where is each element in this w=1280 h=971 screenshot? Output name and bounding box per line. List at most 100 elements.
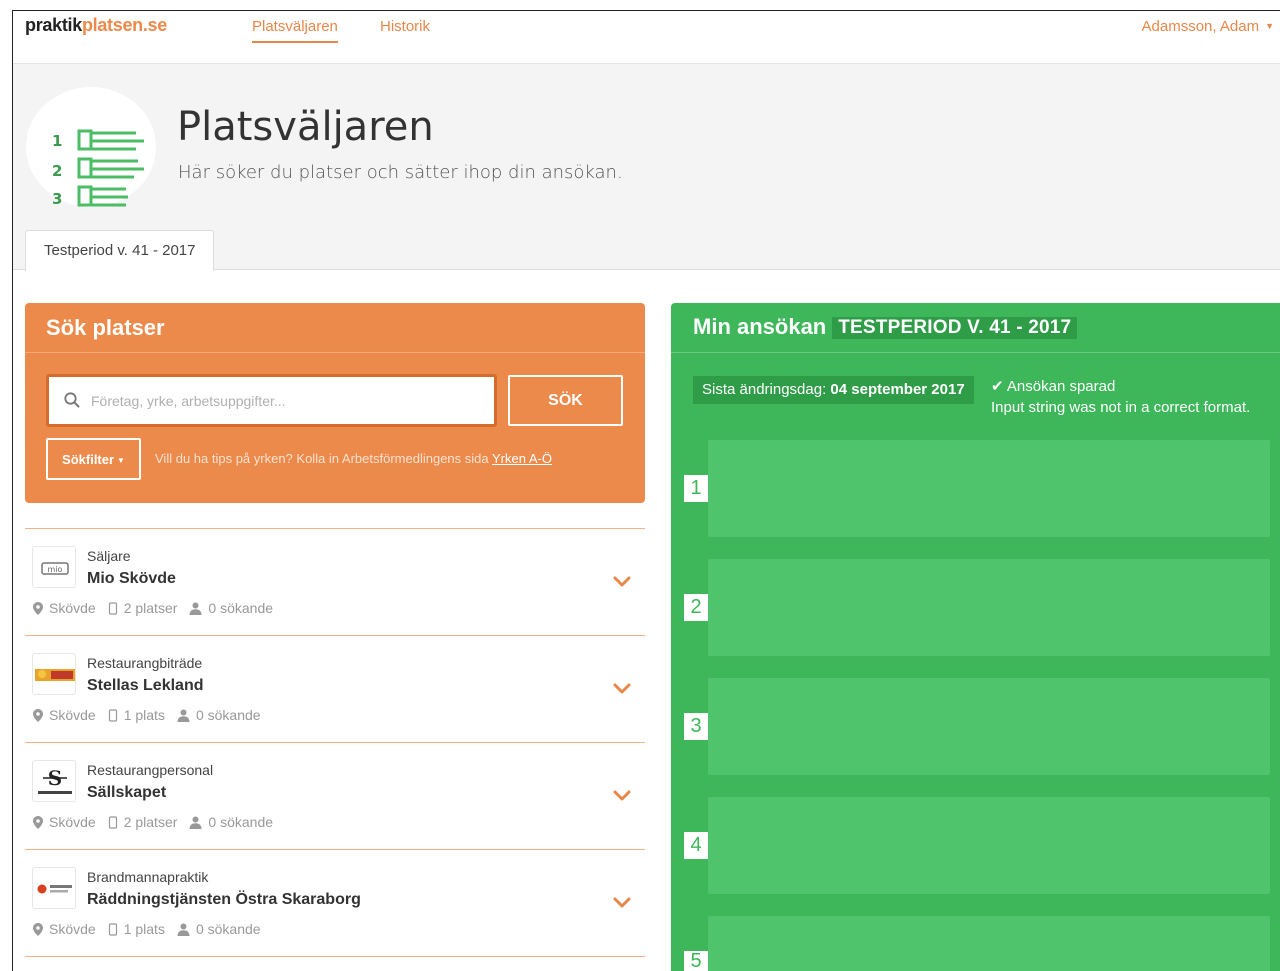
company-logo: S [32,760,76,802]
save-status-text: Ansökan sparad [1006,378,1116,395]
icon-number-2: 2 [52,162,62,180]
listing-city: Skövde [49,600,96,616]
listing-item[interactable]: S Restaurangpersonal Sällskapet Skövde 2… [25,742,645,849]
slot-number: 2 [684,594,708,621]
listing-item[interactable]: Restaurangbiträde Stellas Lekland Skövde… [25,635,645,742]
application-slot[interactable] [708,797,1270,894]
listing-role: Brandmannapraktik [87,869,209,885]
divider [671,352,1280,353]
divider [25,352,645,353]
brand-logo-part2: platsen.se [81,15,167,35]
user-icon [177,923,190,936]
listing-company: Sällskapet [87,784,167,801]
slot-number: 3 [684,713,708,740]
search-filter-button[interactable]: Sökfilter ▼ [46,438,141,480]
top-navigation: praktikplatsen.se Platsväljaren Historik… [13,11,1280,64]
company-logo: mio [32,546,76,588]
mobile-icon [108,601,117,615]
numbered-list-icon: 1 2 3 [26,87,156,208]
mobile-icon [108,922,117,936]
listing-item[interactable]: Brandmannapraktik Räddningstjänsten Östr… [25,849,645,956]
listing-applicants: 0 sökande [208,600,274,616]
slot-number: 5 [684,951,708,971]
listing-city: Skövde [49,814,96,830]
error-message: Input string was not in a correct format… [991,399,1251,416]
company-logo [32,867,76,909]
listing-meta: Skövde 2 platser 0 sökande [33,814,285,830]
page-title: Platsväljaren [177,104,434,150]
listing-company: Mio Skövde [87,570,176,587]
listing-places: 2 platser [123,814,178,830]
svg-text:mio: mio [48,565,63,574]
listing-item[interactable]: mio Säljare Mio Skövde Skövde 2 platser … [25,528,645,635]
chevron-down-icon[interactable] [613,576,631,588]
page-header: 1 2 3 Platsväljaren Här söker du platser… [13,64,1280,271]
deadline-label: Sista ändringsdag: [702,381,827,398]
listing-places: 1 plats [123,921,165,937]
search-button[interactable]: SÖK [508,375,623,426]
user-icon [177,709,190,722]
slot-number: 4 [684,832,708,859]
user-icon [189,602,202,615]
search-filter-label: Sökfilter [62,451,115,467]
search-input[interactable] [91,383,481,419]
listing-role: Restaurangbiträde [87,655,203,671]
application-slot[interactable] [708,916,1270,971]
application-title: Min ansökan TESTPERIOD V. 41 - 2017 [693,314,1078,340]
yrken-a-o-link[interactable]: Yrken A-Ö [492,451,552,466]
map-marker-icon [33,922,43,936]
check-icon: ✔ [991,378,1004,395]
page-subtitle: Här söker du platser och sätter ihop din… [178,162,623,183]
nav-historik-link[interactable]: Historik [380,18,430,41]
search-icon [64,392,80,408]
caret-down-icon: ▼ [117,455,125,465]
deadline-value: 04 september 2017 [830,381,965,398]
search-tip-text: Vill du ha tips på yrken? Kolla in Arbet… [155,451,492,466]
listing-places: 1 plats [123,707,165,723]
search-box [46,374,497,427]
application-panel: Min ansökan TESTPERIOD V. 41 - 2017 Sista… [671,303,1280,971]
chevron-down-icon[interactable] [613,790,631,802]
application-slot[interactable] [708,440,1270,537]
application-slot[interactable] [708,678,1270,775]
listing-role: Restaurangpersonal [87,762,214,778]
listing-item [25,956,645,968]
listing-company: Stellas Lekland [87,677,204,694]
company-logo [32,653,76,695]
user-icon [189,816,202,829]
brand-logo-part1: praktik [25,15,82,35]
listing-meta: Skövde 1 plats 0 sökande [33,921,273,937]
icon-number-3: 3 [52,190,62,207]
listing-list: mio Säljare Mio Skövde Skövde 2 platser … [25,528,645,968]
user-name: Adamsson, Adam [1141,18,1260,35]
listing-meta: Skövde 2 platser 0 sökande [33,600,285,616]
search-panel-title: Sök platser [46,315,165,340]
listing-applicants: 0 sökande [195,707,261,723]
listing-applicants: 0 sökande [195,921,261,937]
listing-applicants: 0 sökande [208,814,274,830]
map-marker-icon [33,708,43,722]
map-marker-icon [33,601,43,615]
save-status: ✔ Ansökan sparad [991,377,1115,395]
application-period-badge: TESTPERIOD V. 41 - 2017 [832,317,1078,339]
slot-number: 1 [684,475,708,502]
listing-role: Säljare [87,548,131,564]
deadline-badge: Sista ändringsdag: 04 september 2017 [693,376,974,404]
chevron-down-icon[interactable] [613,683,631,695]
mobile-icon [108,708,117,722]
chevron-down-icon[interactable] [613,897,631,909]
user-menu[interactable]: Adamsson, Adam ▼ [1142,18,1274,35]
caret-down-icon: ▼ [1265,21,1274,31]
listing-company: Räddningstjänsten Östra Skaraborg [87,891,361,908]
map-marker-icon [33,815,43,829]
nav-platsvaljaren-link[interactable]: Platsväljaren [252,18,338,43]
listing-city: Skövde [49,921,96,937]
brand-logo[interactable]: praktikplatsen.se [25,15,167,36]
application-slot[interactable] [708,559,1270,656]
icon-number-1: 1 [52,132,62,150]
search-panel: Sök platser SÖK Sökfilter▼ Vill du ha ti… [25,303,645,503]
mobile-icon [108,815,117,829]
application-title-label: Min ansökan [693,314,827,339]
tab-testperiod[interactable]: Testperiod v. 41 - 2017 [25,230,215,271]
search-tip: Vill du ha tips på yrken? Kolla in Arbet… [155,451,552,466]
